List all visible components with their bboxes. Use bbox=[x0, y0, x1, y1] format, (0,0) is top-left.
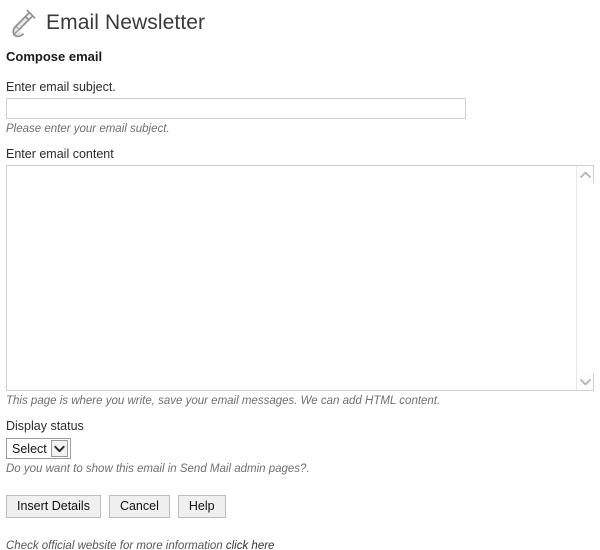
subject-label: Enter email subject. bbox=[6, 80, 116, 94]
footer-text: Check official website for more informat… bbox=[6, 540, 223, 550]
display-status-label: Display status bbox=[6, 419, 84, 433]
chevron-up-icon[interactable] bbox=[577, 166, 594, 183]
email-newsletter-page: Email Newsletter Compose email Enter ema… bbox=[0, 0, 600, 550]
content-scrollbar[interactable] bbox=[576, 166, 594, 390]
content-label: Enter email content bbox=[6, 147, 114, 161]
cancel-button[interactable]: Cancel bbox=[108, 495, 170, 518]
action-button-row: Insert Details Cancel Help bbox=[6, 495, 600, 518]
footer: Check official website for more informat… bbox=[6, 540, 600, 550]
display-status-select[interactable]: Select bbox=[6, 438, 71, 459]
insert-details-button[interactable]: Insert Details bbox=[6, 495, 101, 518]
content-textarea-wrapper bbox=[6, 165, 594, 391]
content-hint: This page is where you write, save your … bbox=[6, 395, 441, 407]
subject-hint: Please enter your email subject. bbox=[6, 123, 170, 135]
chevron-down-icon[interactable] bbox=[50, 440, 68, 457]
display-status-hint: Do you want to show this email in Send M… bbox=[6, 463, 310, 475]
plug-icon bbox=[6, 6, 38, 38]
scrollbar-track[interactable] bbox=[576, 183, 594, 373]
chevron-down-icon[interactable] bbox=[577, 373, 594, 390]
help-button[interactable]: Help bbox=[177, 495, 226, 518]
app-header: Email Newsletter bbox=[0, 0, 600, 40]
content-textarea[interactable] bbox=[7, 166, 575, 390]
section-heading: Compose email bbox=[6, 49, 103, 64]
display-status-row: Select bbox=[6, 438, 600, 459]
display-status-value: Select bbox=[12, 441, 47, 456]
footer-link[interactable]: click here bbox=[226, 540, 275, 550]
subject-input[interactable] bbox=[6, 98, 466, 119]
page-title: Email Newsletter bbox=[46, 10, 206, 34]
